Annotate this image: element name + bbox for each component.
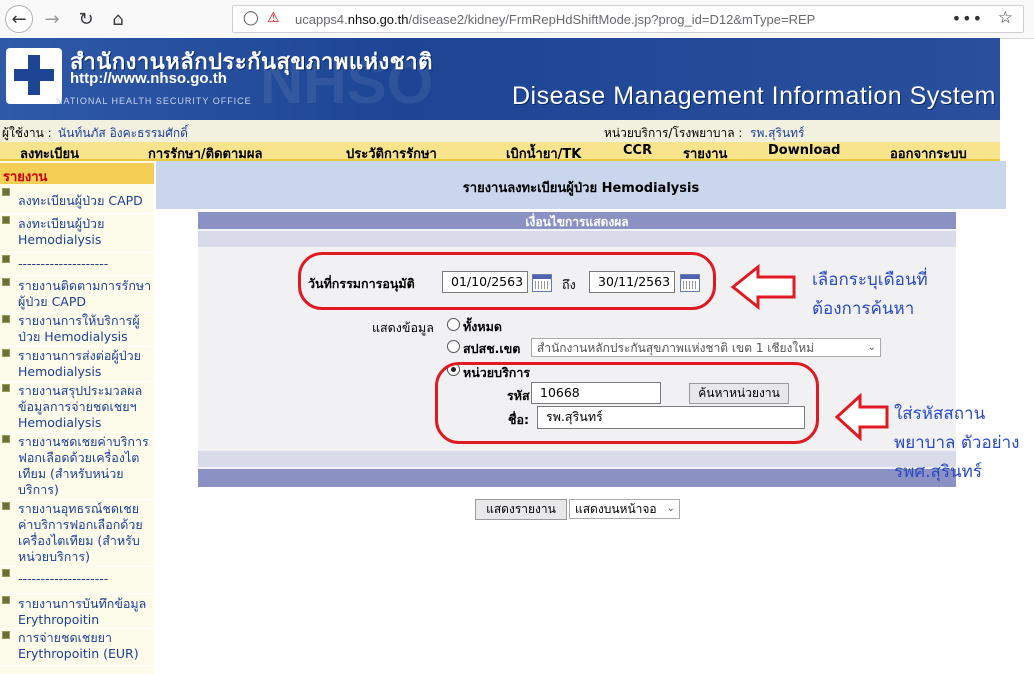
region-select[interactable]: สำนักงานหลักประกันสุขภาพแห่งชาติ เขต 1 เ… bbox=[531, 338, 881, 357]
sidebar-item-epo-record[interactable]: รายงานการบันทึกข้อมูล Erythropoitin bbox=[0, 594, 154, 629]
bullet-icon bbox=[2, 188, 10, 196]
sidebar-item-hd-referral[interactable]: รายงานการส่งต่อผู้ป่วย Hemodialysis bbox=[0, 347, 154, 382]
bullet-icon bbox=[2, 569, 10, 577]
sidebar-item-dialysis-appeal[interactable]: รายงานอุทธรณ์ชดเชยค่าบริการฟอกเลือกด้วยเ… bbox=[0, 500, 154, 567]
system-title: Disease Management Information System bbox=[512, 82, 996, 110]
bullet-icon bbox=[2, 349, 10, 357]
sidebar-header: รายงาน bbox=[0, 163, 154, 185]
bullet-icon bbox=[2, 384, 10, 392]
back-arrow-icon[interactable]: ← bbox=[5, 5, 33, 33]
sidebar-item-register-capd[interactable]: ลงทะเบียนผู้ป่วย CAPD bbox=[0, 186, 154, 214]
org-name-english: NATIONAL HEALTH SECURITY OFFICE bbox=[56, 96, 252, 106]
unit-label: หน่วยบริการ/โรงพยาบาล : bbox=[604, 126, 743, 140]
sidebar-item-epo-payment[interactable]: การจ่ายชดเชยยา Erythropoitin (EUR) bbox=[0, 629, 154, 666]
bullet-icon bbox=[2, 278, 10, 286]
sidebar-item-hd-service[interactable]: รายงานการให้บริการผู้ป่วย Hemodialysis bbox=[0, 313, 154, 347]
menu-ccr[interactable]: CCR bbox=[623, 143, 652, 158]
bullet-icon bbox=[2, 435, 10, 443]
page-title: รายงานลงทะเบียนผู้ป่วย Hemodialysis bbox=[462, 181, 700, 196]
sidebar-item-dialysis-compensation[interactable]: รายงานชดเชยค่าบริการฟอกเลือดด้วยเครื่องไ… bbox=[0, 433, 154, 500]
radio-all[interactable] bbox=[447, 318, 460, 331]
user-name: นันท์นภัส อิงคะธรรมศักดิ์ bbox=[58, 126, 188, 140]
sidebar-separator: -------------------- bbox=[0, 567, 154, 594]
chevron-down-icon: ⌄ bbox=[666, 503, 675, 514]
sidebar-item-hd-compensation-summary[interactable]: รายงานสรุปประมวลผลข้อมูลการจ่ายชดเชยฯ He… bbox=[0, 382, 154, 433]
bullet-icon bbox=[2, 255, 10, 263]
unit-name: รพ.สุรินทร์ bbox=[750, 126, 805, 140]
address-bar[interactable]: ◯ ⚠ ucapps4.nhso.go.th/disease2/kidney/F… bbox=[232, 5, 1024, 33]
home-icon[interactable]: ⌂ bbox=[104, 5, 132, 33]
page-title-bar: รายงานลงทะเบียนผู้ป่วย Hemodialysis bbox=[156, 161, 1006, 209]
browser-toolbar: ← → ↻ ⌂ ◯ ⚠ ucapps4.nhso.go.th/disease2/… bbox=[0, 0, 1034, 39]
chevron-down-icon: ⌄ bbox=[867, 342, 876, 353]
criteria-panel-header: เงื่อนไขการแสดงผล bbox=[198, 212, 956, 229]
user-label: ผู้ใช้งาน : bbox=[2, 126, 52, 140]
bullet-icon bbox=[2, 315, 10, 323]
left-arrow-icon bbox=[730, 264, 796, 310]
radio-region-label: สปสช.เขต bbox=[463, 341, 521, 356]
insecure-lock-icon[interactable]: ⚠ bbox=[267, 10, 280, 26]
site-banner: NHSO สำนักงานหลักประกันสุขภาพแห่งชาติ ht… bbox=[0, 38, 1000, 120]
sidebar-item-capd-followup[interactable]: รายงานติดตามการรักษาผู้ป่วย CAPD bbox=[0, 276, 154, 313]
bullet-icon bbox=[2, 596, 10, 604]
show-data-label: แสดงข้อมูล bbox=[372, 320, 434, 335]
user-info-bar: ผู้ใช้งาน : นันท์นภัส อิงคะธรรมศักดิ์ หน… bbox=[0, 120, 1000, 142]
url-text: ucapps4.nhso.go.th/disease2/kidney/FrmRe… bbox=[295, 12, 816, 27]
left-arrow-icon bbox=[834, 393, 889, 441]
date-highlight-ring bbox=[298, 252, 716, 310]
output-select[interactable]: แสดงบนหน้าจอ ⌄ bbox=[569, 499, 680, 519]
panel-stripe bbox=[198, 451, 956, 467]
shield-icon[interactable]: ◯ bbox=[243, 10, 259, 26]
menu-download[interactable]: Download bbox=[768, 143, 840, 158]
bookmark-star-icon[interactable]: ☆ bbox=[998, 8, 1013, 28]
radio-region[interactable] bbox=[447, 340, 460, 353]
criteria-panel-footer bbox=[198, 469, 956, 487]
forward-arrow-icon[interactable]: → bbox=[38, 5, 66, 33]
unit-instruction-note: ใส่รหัสสถาน พยาบาล ตัวอย่าง รพศ.สุรินทร์ bbox=[894, 404, 1020, 482]
radio-all-label: ทั้งหมด bbox=[463, 319, 502, 334]
bullet-icon bbox=[2, 216, 10, 224]
unit-highlight-ring bbox=[435, 362, 819, 444]
reload-icon[interactable]: ↻ bbox=[72, 5, 100, 33]
page-actions-icon[interactable]: ••• bbox=[952, 9, 983, 28]
sidebar-item-register-hd[interactable]: ลงทะเบียนผู้ป่วย Hemodialysis bbox=[0, 214, 154, 253]
show-report-button[interactable]: แสดงรายงาน bbox=[475, 499, 567, 520]
sidebar-separator: -------------------- bbox=[0, 253, 154, 276]
bullet-icon bbox=[2, 631, 10, 639]
main-menu: ลงทะเบียน การรักษา/ติดตามผล ประวัติการรั… bbox=[0, 142, 1000, 162]
org-url: http://www.nhso.go.th bbox=[70, 70, 227, 87]
bullet-icon bbox=[2, 502, 10, 510]
date-instruction-note: เลือกระบุเดือนที่ ต้องการค้นหา bbox=[812, 270, 928, 319]
panel-stripe bbox=[198, 231, 956, 247]
